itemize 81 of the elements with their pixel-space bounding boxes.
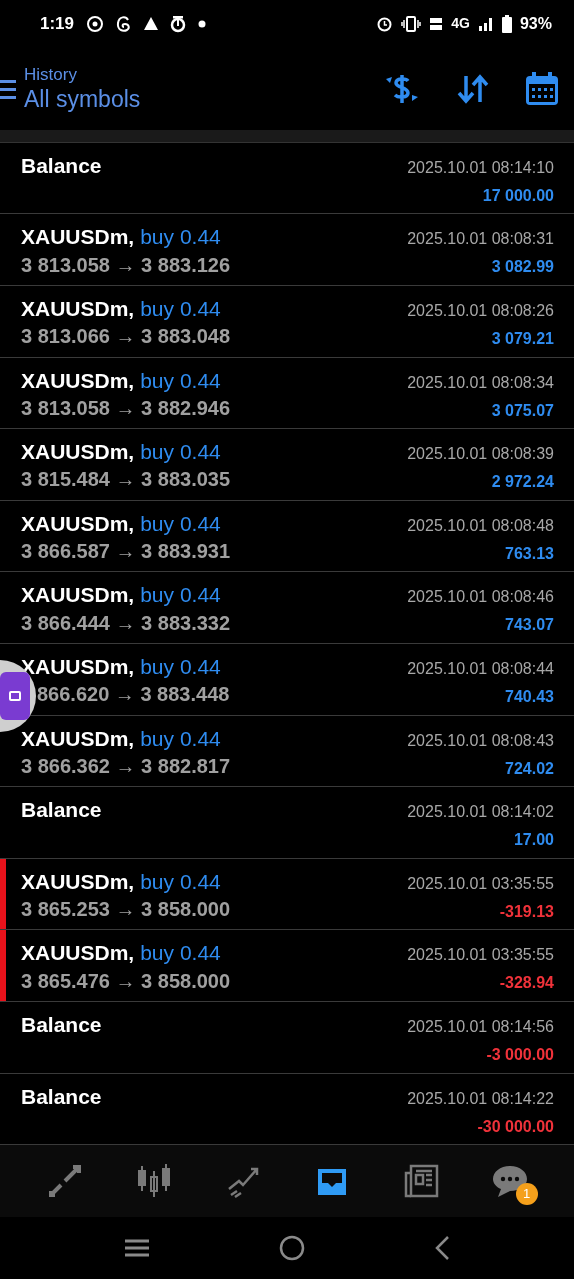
symbol-label: XAUUSDm,: [21, 296, 135, 323]
calendar-icon[interactable]: [524, 70, 560, 107]
price-range: 3 865.253 → 3 858.000: [21, 897, 231, 923]
trade-time: 2025.10.01 08:14:22: [407, 1088, 554, 1109]
price-range: 3 813.058 → 3 883.126: [21, 252, 231, 278]
trade-time: 2025.10.01 08:08:43: [407, 730, 554, 751]
profit-value: 17.00: [513, 830, 554, 851]
header-subtitle: History: [24, 63, 78, 86]
trade-time: 2025.10.01 08:08:31: [407, 229, 554, 250]
trade-time: 2025.10.01 03:35:55: [407, 945, 554, 966]
profit-value: -319.13: [499, 901, 554, 922]
symbol-label: XAUUSDm,: [21, 582, 135, 609]
trade-time: 2025.10.01 08:08:39: [407, 444, 554, 465]
profit-value: -328.94: [499, 973, 554, 994]
dot-icon: [198, 19, 207, 28]
back-icon[interactable]: [433, 1235, 450, 1262]
trade-time: 2025.10.01 08:14:02: [407, 802, 554, 823]
symbol-label: XAUUSDm,: [21, 654, 135, 680]
header-title: All symbols: [24, 85, 141, 114]
trade-volume: buy 0.44: [140, 582, 221, 609]
trade-time: 2025.10.01 03:35:55: [407, 873, 554, 894]
home-icon[interactable]: [279, 1235, 305, 1262]
clock-time: 1:19: [40, 13, 75, 36]
symbol-label: XAUUSDm,: [21, 868, 135, 895]
recent-apps-icon[interactable]: [124, 1238, 151, 1259]
balance-label: Balance: [21, 1011, 102, 1038]
profit-value: 763.13: [505, 543, 554, 564]
trade-volume: buy 0.44: [140, 439, 221, 466]
price-range: 3 813.066 → 3 883.048: [21, 324, 231, 350]
signal-icon: [477, 15, 494, 32]
trade-time: 2025.10.01 08:08:34: [407, 372, 554, 393]
profit-value: -3 000.00: [486, 1044, 554, 1065]
trade-volume: buy 0.44: [140, 296, 221, 323]
trade-volume: buy 0.44: [140, 367, 221, 394]
profit-value: 743.07: [505, 615, 554, 636]
menu-icon[interactable]: [0, 77, 16, 100]
trade-volume: buy 0.44: [140, 654, 221, 680]
trade-time: 2025.10.01 08:08:26: [407, 301, 554, 322]
price-range: 3 866.587 → 3 883.931: [21, 539, 231, 565]
symbol-label: XAUUSDm,: [21, 224, 135, 251]
profit-value: 3 082.99: [491, 257, 554, 278]
trade-volume: buy 0.44: [140, 725, 221, 752]
profit-value: -30 000.00: [477, 1116, 554, 1137]
symbol-label: XAUUSDm,: [21, 725, 135, 752]
profit-value: 17 000.00: [482, 185, 554, 206]
nav-tab[interactable]: 1: [479, 1151, 540, 1212]
profit-value: 740.43: [505, 687, 554, 707]
battery-percent: 93%: [519, 13, 552, 34]
balance-label: Balance: [21, 1083, 102, 1110]
price-range: 3 866.362 → 3 882.817: [21, 753, 231, 779]
profit-value: 2 972.24: [491, 472, 554, 493]
trade-volume: buy 0.44: [140, 224, 221, 251]
trade-time: 2025.10.01 08:08:46: [407, 587, 554, 608]
network-type: 4G: [451, 14, 470, 34]
balance-label: Balance: [21, 152, 102, 179]
price-range: 3 815.484 → 3 883.035: [21, 467, 231, 493]
balance-label: Balance: [21, 797, 102, 824]
trade-time: 2025.10.01 08:14:56: [407, 1016, 554, 1037]
symbol-label: XAUUSDm,: [21, 510, 135, 537]
price-range: 866.620 → 3 883.448: [36, 682, 230, 708]
notification-badge: 1: [515, 1183, 538, 1206]
trade-volume: buy 0.44: [140, 940, 221, 967]
symbol-label: XAUUSDm,: [21, 367, 135, 394]
symbol-label: XAUUSDm,: [21, 940, 135, 967]
price-range: 3 865.476 → 3 858.000: [21, 968, 231, 994]
warning-icon: [144, 17, 159, 31]
trade-time: 2025.10.01 08:14:10: [407, 157, 554, 178]
profit-value: 3 075.07: [491, 400, 554, 421]
trade-volume: buy 0.44: [140, 868, 221, 895]
alarm-icon: [376, 15, 394, 33]
price-range: 3 866.444 → 3 883.332: [21, 610, 231, 636]
trade-volume: buy 0.44: [140, 510, 221, 537]
symbol-label: XAUUSDm,: [21, 439, 135, 466]
trade-time: 2025.10.01 08:08:48: [407, 515, 554, 536]
trade-time: 2025.10.01 08:08:44: [407, 659, 554, 679]
price-range: 3 813.058 → 3 882.946: [21, 395, 231, 421]
vibrate-icon: [401, 15, 422, 32]
profit-value: 3 079.21: [491, 329, 554, 350]
battery-icon: [501, 14, 512, 33]
profit-value: 724.02: [505, 758, 554, 779]
timer-icon: [170, 14, 187, 33]
